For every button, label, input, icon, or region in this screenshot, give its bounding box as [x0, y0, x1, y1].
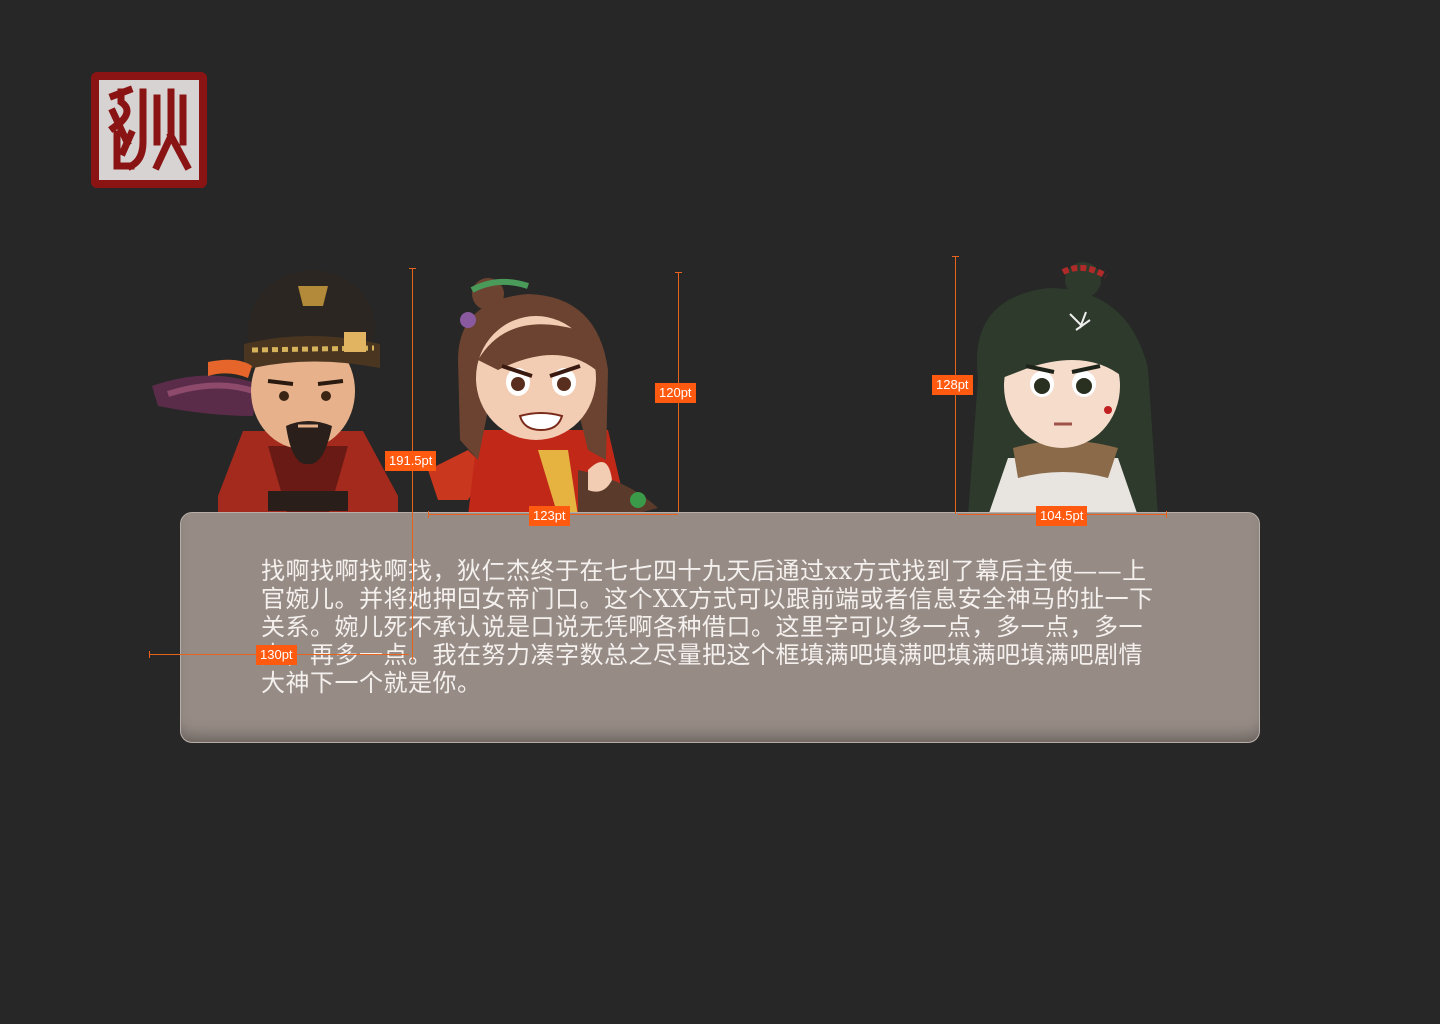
dim-label-height-girl: 128pt — [932, 375, 973, 395]
character-di-renjie — [148, 266, 410, 516]
angry-girl-character-portrait-icon — [428, 278, 658, 516]
green-hair-girl-character-portrait-icon — [968, 262, 1158, 516]
dim-label-height-di: 191.5pt — [385, 451, 437, 471]
guide-cap — [1166, 511, 1167, 518]
official-character-portrait-icon — [152, 270, 398, 516]
guide-cap — [952, 256, 959, 257]
dim-label-width-wan: 123pt — [529, 506, 570, 526]
dialog-box[interactable]: 找啊找啊找啊找，狄仁杰终于在七七四十九天后通过xx方式找到了幕后主使——上官婉儿… — [180, 512, 1260, 743]
dim-label-width-girl: 104.5pt — [1036, 506, 1088, 526]
dim-label-indent: 130pt — [256, 645, 297, 665]
guide-cap — [675, 272, 682, 273]
guide-cap — [428, 511, 429, 518]
character-shangguan-waner — [428, 270, 680, 516]
character-green-hair-girl — [958, 258, 1170, 516]
dialog-text: 找啊找啊找啊找，狄仁杰终于在七七四十九天后通过xx方式找到了幕后主使——上官婉儿… — [261, 557, 1154, 697]
guide-cap — [409, 268, 416, 269]
guide-cap — [149, 651, 150, 658]
seal-logo — [91, 72, 207, 188]
dim-label-height-wan: 120pt — [655, 383, 696, 403]
seal-stamp-icon — [108, 85, 192, 171]
